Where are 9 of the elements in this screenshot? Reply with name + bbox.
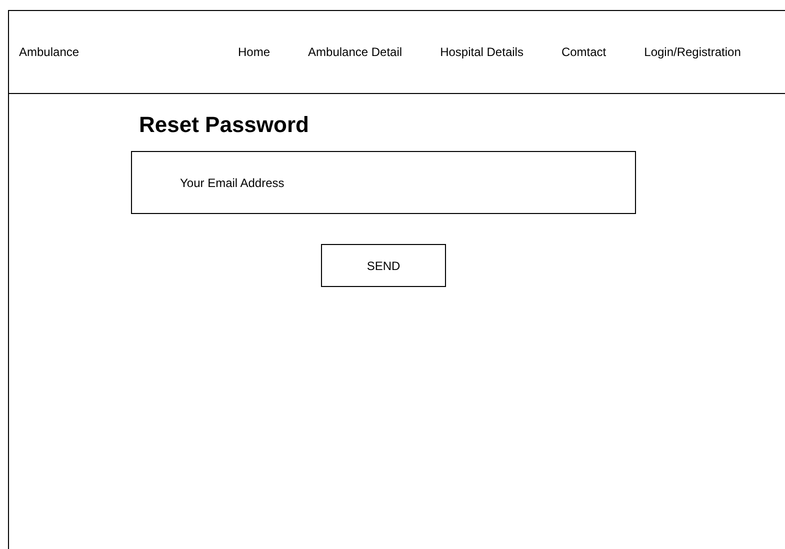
- nav-link[interactable]: Comtact: [561, 45, 606, 59]
- nav-link[interactable]: Login/Registration: [644, 45, 741, 59]
- page-title: Reset Password: [139, 112, 310, 138]
- email-field[interactable]: Your Email Address: [131, 151, 636, 214]
- nav-link[interactable]: Ambulance Detail: [308, 45, 402, 59]
- brand-name: Ambulance: [19, 45, 80, 59]
- nav-link[interactable]: Home: [238, 45, 270, 59]
- send-button[interactable]: SEND: [321, 244, 446, 287]
- nav-link[interactable]: Hospital Details: [440, 45, 524, 59]
